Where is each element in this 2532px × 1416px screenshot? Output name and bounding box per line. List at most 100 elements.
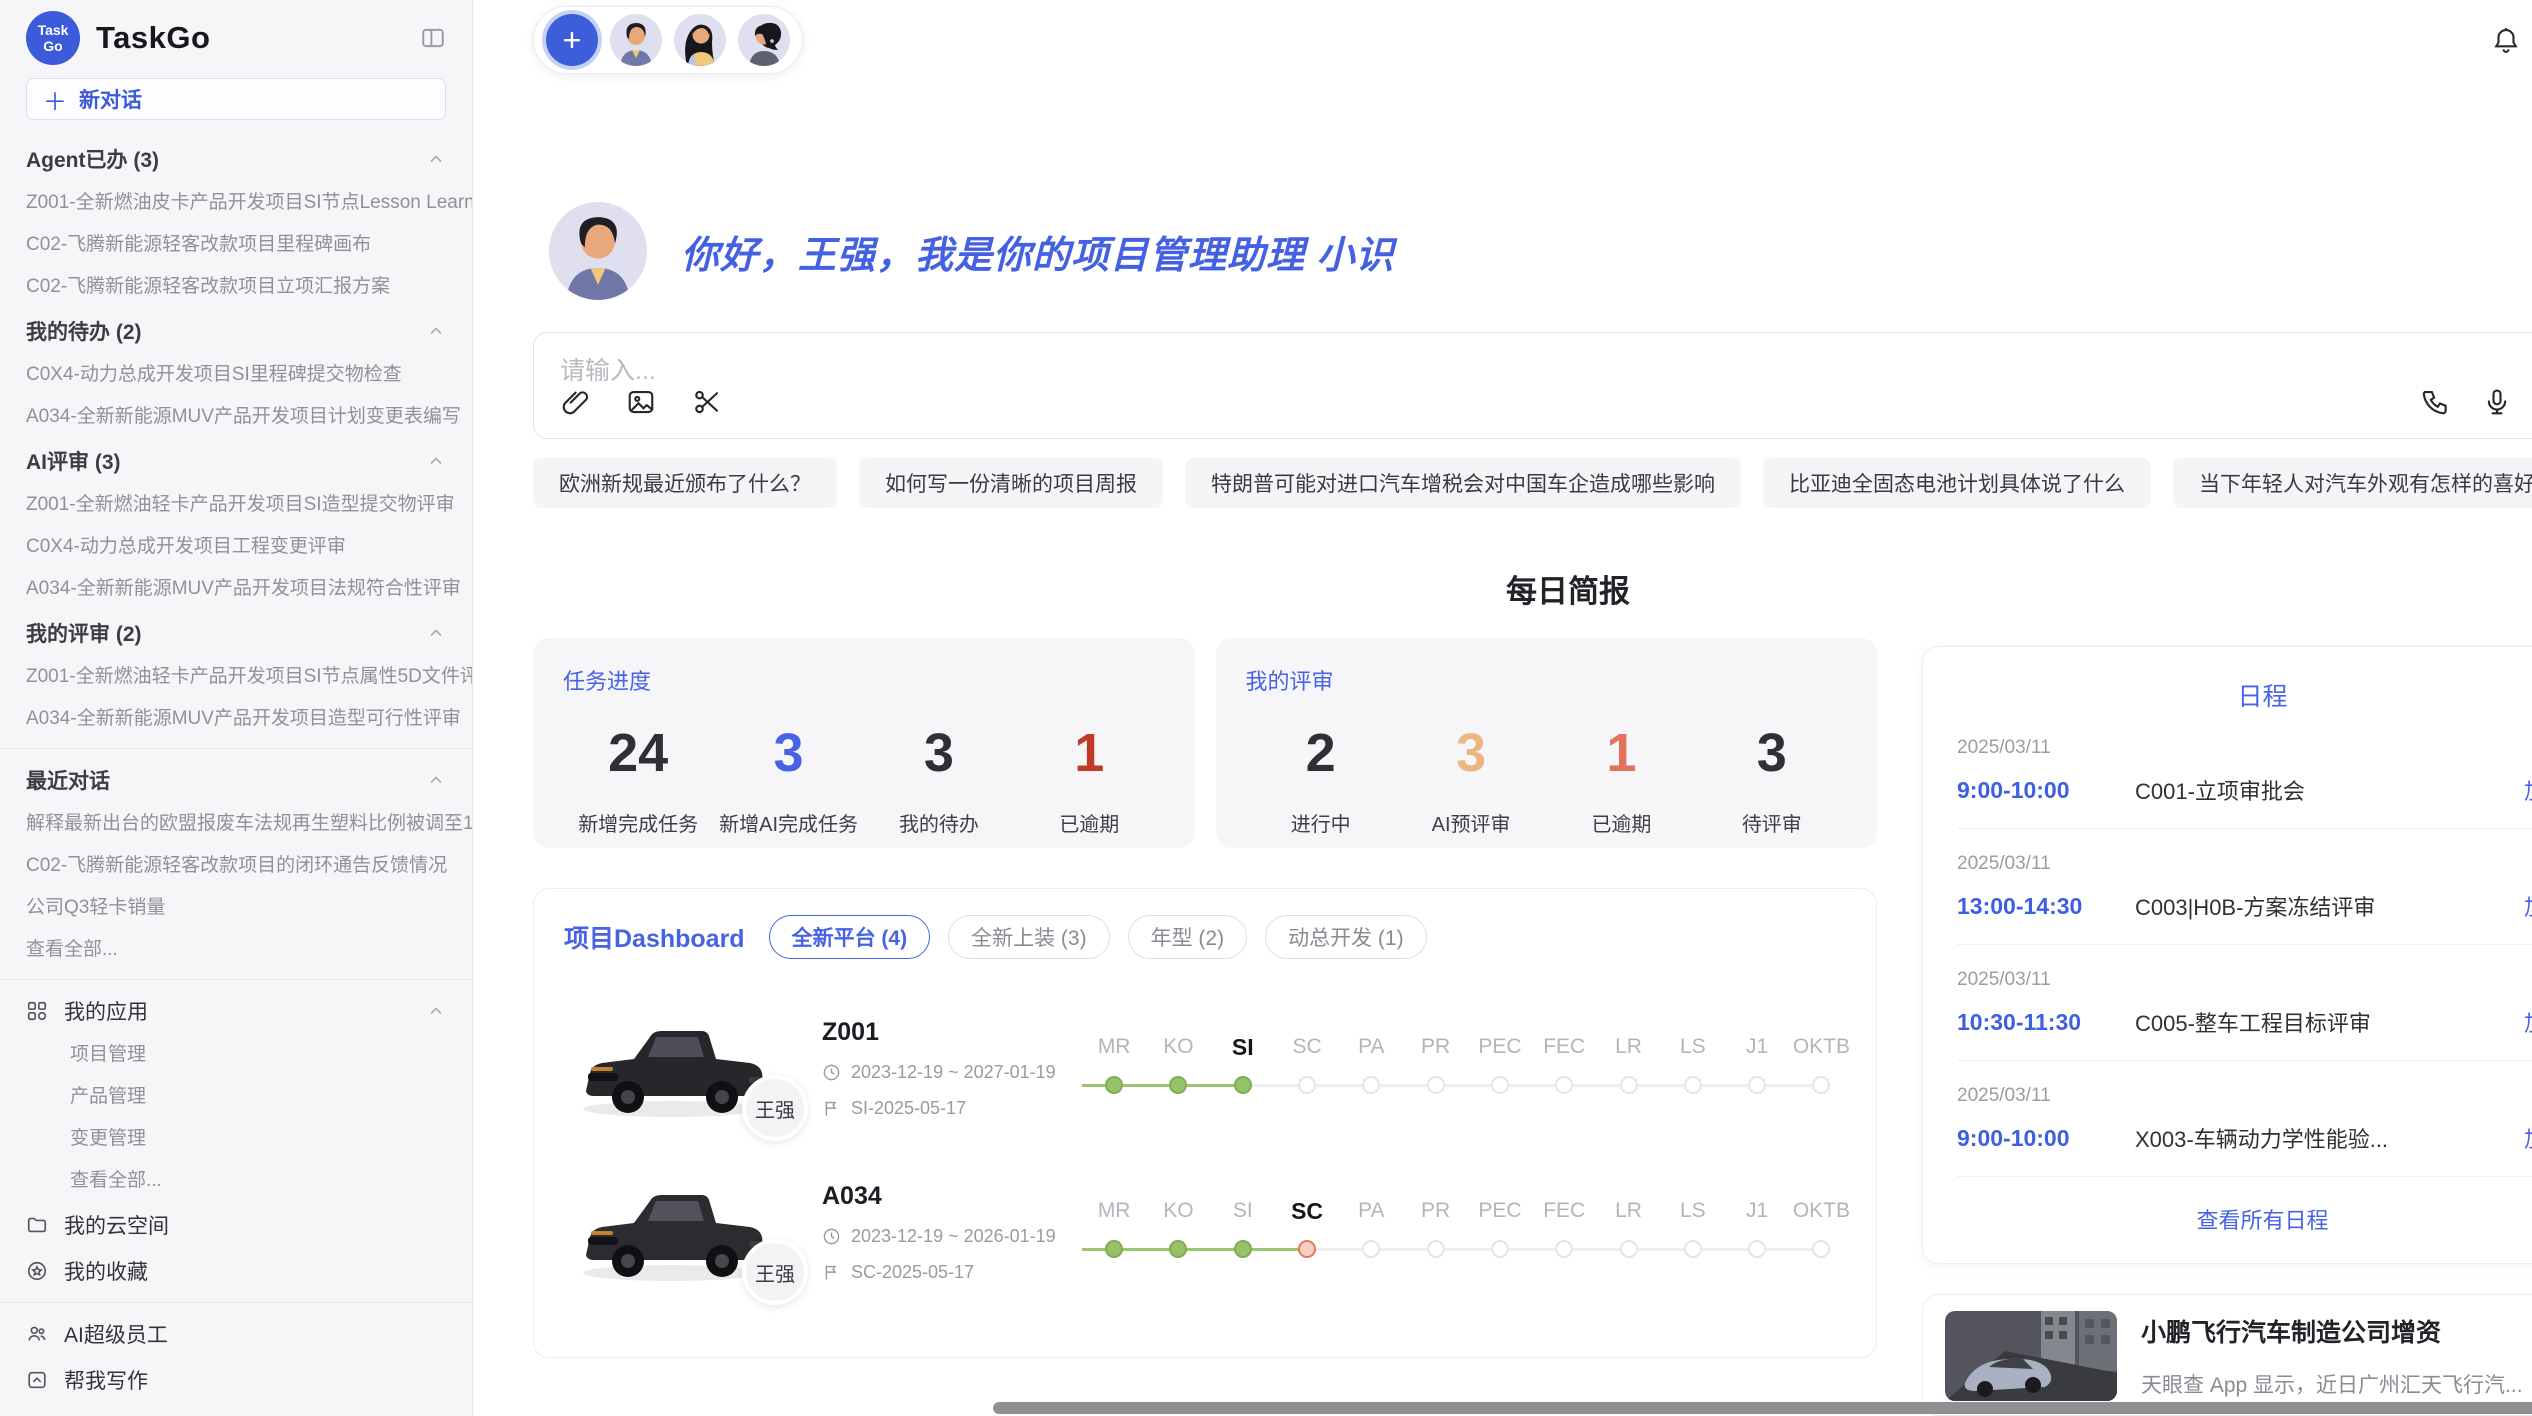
join-link[interactable]: 加入 <box>2524 1122 2532 1154</box>
sidebar-item-favorites[interactable]: 我的收藏 <box>0 1248 472 1294</box>
suggestion-chip[interactable]: 欧洲新规最近颁布了什么？ <box>533 458 837 508</box>
task-item[interactable]: C02-飞腾新能源轻客改款项目立项汇报方案 <box>0 266 472 308</box>
schedule-title: 日程 <box>1957 677 2532 713</box>
agent-avatar-1[interactable] <box>610 14 662 66</box>
sidebar-collapse-icon[interactable] <box>420 25 446 51</box>
message-input[interactable] <box>560 357 2532 386</box>
stat-label: 已逾期 <box>1014 808 1164 837</box>
image-icon[interactable] <box>626 387 656 417</box>
divider <box>0 1302 472 1303</box>
star-circle-icon <box>26 1260 48 1282</box>
view-all-conversations[interactable]: 查看全部... <box>0 929 472 971</box>
scissors-icon[interactable] <box>692 387 722 417</box>
app-link-project-mgmt[interactable]: 项目管理 <box>0 1034 472 1076</box>
tab-powertrain-dev[interactable]: 动总开发 (1) <box>1265 915 1427 959</box>
topbar-right: 王强 <box>2491 13 2532 67</box>
task-item[interactable]: Z001-全新燃油轻卡产品开发项目SI节点属性5D文件评审 <box>0 656 472 698</box>
task-item[interactable]: C0X4-动力总成开发项目SI里程碑提交物检查 <box>0 354 472 396</box>
conversation-item[interactable]: C02-飞腾新能源轻客改款项目的闭环通告反馈情况 <box>0 845 472 887</box>
stat-value: 1 <box>1014 722 1164 784</box>
suggestion-chip[interactable]: 当下年轻人对汽车外观有怎样的喜好趋势 <box>2173 458 2532 508</box>
task-item[interactable]: C0X4-动力总成开发项目工程变更评审 <box>0 526 472 568</box>
stat-value: 3 <box>713 722 863 784</box>
join-link[interactable]: 加入 <box>2524 1006 2532 1038</box>
milestone-pr: PR <box>1403 1032 1467 1094</box>
view-all-apps[interactable]: 查看全部... <box>0 1160 472 1202</box>
milestone-oktb: OKTB <box>1789 1032 1853 1094</box>
phone-call-icon[interactable] <box>2420 387 2450 417</box>
chevron-up-icon[interactable] <box>426 1001 446 1021</box>
stat-value: 3 <box>864 722 1014 784</box>
milestone-lr: LR <box>1596 1032 1660 1094</box>
milestone-pec: PEC <box>1468 1032 1532 1094</box>
task-item[interactable]: Z001-全新燃油皮卡产品开发项目SI节点Lesson Learn报告 <box>0 182 472 224</box>
sidebar-item-ai-super-staff[interactable]: AI超级员工 <box>0 1311 472 1357</box>
project-media <box>564 1327 814 1358</box>
project-info: A034 2023-12-19 ~ 2026-01-19 SC-2025-05-… <box>814 1182 1082 1283</box>
task-item[interactable]: Z001-全新燃油轻卡产品开发项目SI造型提交物评审 <box>0 484 472 526</box>
sidebar-item-creative-drawing[interactable]: 创意制图 <box>0 1403 472 1416</box>
app-link-change-mgmt[interactable]: 变更管理 <box>0 1118 472 1160</box>
section-my-todo[interactable]: 我的待办 (2) <box>0 308 472 354</box>
project-row-a034[interactable]: 王强 A034 2023-12-19 ~ 2026-01-19 SC-2025-… <box>564 1167 1846 1297</box>
tab-all-new-platform[interactable]: 全新平台 (4) <box>769 915 931 959</box>
tab-model-year[interactable]: 年型 (2) <box>1128 915 1248 959</box>
join-link[interactable]: 加入 <box>2524 774 2532 806</box>
tab-all-new-body[interactable]: 全新上装 (3) <box>948 915 1110 959</box>
section-my-review[interactable]: 我的评审 (2) <box>0 610 472 656</box>
folder-icon <box>26 1214 48 1236</box>
chevron-up-icon[interactable] <box>426 321 446 341</box>
sidebar-item-help-me-write[interactable]: 帮我写作 <box>0 1357 472 1403</box>
schedule-event-title: C005-整车工程目标评审 <box>2135 1006 2371 1038</box>
section-title: 我的待办 (2) <box>26 316 142 346</box>
conversation-item[interactable]: 解释最新出台的欧盟报废车法规再生塑料比例被调至15%... <box>0 803 472 845</box>
task-item[interactable]: A034-全新新能源MUV产品开发项目计划变更表编写 <box>0 396 472 438</box>
suggestion-chip[interactable]: 如何写一份清晰的项目周报 <box>859 458 1163 508</box>
section-recent-chats[interactable]: 最近对话 <box>0 757 472 803</box>
milestone-mr: MR <box>1082 1196 1146 1258</box>
sidebar-item-my-apps[interactable]: 我的应用 <box>0 988 472 1034</box>
help-me-write-label: 帮我写作 <box>64 1365 148 1395</box>
task-item[interactable]: A034-全新新能源MUV产品开发项目法规符合性评审 <box>0 568 472 610</box>
microphone-icon[interactable] <box>2482 387 2512 417</box>
new-chat-button[interactable]: ＋ 新对话 <box>26 78 446 120</box>
stat-my-todo: 3 我的待办 <box>864 722 1014 837</box>
notifications-bell-icon[interactable] <box>2491 25 2521 55</box>
conversation-item[interactable]: 公司Q3轻卡销量 <box>0 887 472 929</box>
schedule-date: 2025/03/11 <box>1957 853 2532 875</box>
ai-super-staff-label: AI超级员工 <box>64 1319 168 1349</box>
chevron-up-icon[interactable] <box>426 770 446 790</box>
chevron-up-icon[interactable] <box>426 623 446 643</box>
app-link-product-mgmt[interactable]: 产品管理 <box>0 1076 472 1118</box>
suggestion-chip[interactable]: 比亚迪全固态电池计划具体说了什么 <box>1763 458 2151 508</box>
add-agent-button[interactable]: + <box>546 14 598 66</box>
attachment-icon[interactable] <box>560 387 590 417</box>
stat-value: 24 <box>563 722 713 784</box>
stat-label: AI预评审 <box>1396 808 1546 837</box>
message-composer[interactable] <box>533 332 2532 439</box>
view-all-schedule-link[interactable]: 查看所有日程 <box>1957 1177 2532 1247</box>
suggestion-chip[interactable]: 特朗普可能对进口汽车增税会对中国车企造成哪些影响 <box>1185 458 1741 508</box>
section-ai-review[interactable]: AI评审 (3) <box>0 438 472 484</box>
project-code: Z001 <box>822 1018 1082 1047</box>
section-title: AI评审 (3) <box>26 446 121 476</box>
composer-tools-left <box>560 387 722 417</box>
project-info: Z001 2023-12-19 ~ 2027-01-19 SI-2025-05-… <box>814 1018 1082 1119</box>
task-item[interactable]: C02-飞腾新能源轻客改款项目里程碑画布 <box>0 224 472 266</box>
project-row-z001[interactable]: 王强 Z001 2023-12-19 ~ 2027-01-19 SI-2025-… <box>564 1003 1846 1133</box>
project-row-partial <box>564 1327 1846 1358</box>
milestone-ko: KO <box>1146 1032 1210 1094</box>
section-agent-done[interactable]: Agent已办 (3) <box>0 136 472 182</box>
task-progress-stats: 24 新增完成任务 3 新增AI完成任务 3 我的待办 <box>563 722 1165 837</box>
task-progress-title: 任务进度 <box>563 664 1165 696</box>
task-item[interactable]: A034-全新新能源MUV产品开发项目造型可行性评审 <box>0 698 472 740</box>
chevron-up-icon[interactable] <box>426 149 446 169</box>
join-link[interactable]: 加入 <box>2524 890 2532 922</box>
date-range: 2023-12-19 ~ 2026-01-19 <box>851 1226 1056 1247</box>
news-card[interactable]: 小鹏飞行汽车制造公司增资 天眼查 App 显示，近日广州汇天飞行汽... <box>1922 1294 2532 1416</box>
chevron-up-icon[interactable] <box>426 451 446 471</box>
agent-avatar-3[interactable] <box>738 14 790 66</box>
sidebar-item-cloud-space[interactable]: 我的云空间 <box>0 1202 472 1248</box>
agent-avatar-2[interactable] <box>674 14 726 66</box>
horizontal-scrollbar[interactable] <box>993 1402 2532 1414</box>
